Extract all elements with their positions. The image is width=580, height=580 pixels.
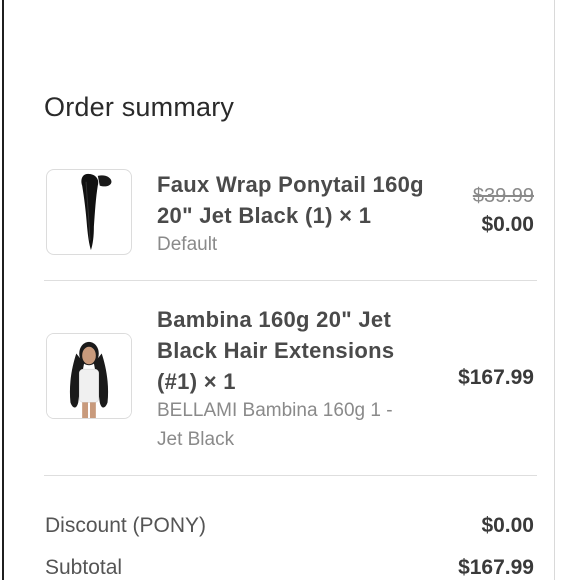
subtotal-label: Subtotal <box>45 556 123 579</box>
order-summary-title: Order summary <box>44 92 235 122</box>
divider <box>44 280 537 281</box>
model-image <box>47 334 131 418</box>
ponytail-image <box>81 173 112 251</box>
item-price: $167.99 <box>458 366 534 389</box>
item-name-line: (#1) × 1 <box>157 369 236 394</box>
discount-label: Discount (PONY) <box>45 514 207 537</box>
item-variant: Default <box>157 234 218 255</box>
item-name-line: 20" Jet Black (1) × 1 <box>157 203 372 228</box>
ponytail-thumbnail <box>46 169 132 255</box>
item-variant: BELLAMI Bambina 160g 1 - <box>157 400 393 421</box>
panel-right-border <box>554 0 555 580</box>
panel-left-border <box>2 0 4 580</box>
item-price: $0.00 <box>481 213 534 236</box>
divider <box>44 475 537 476</box>
model-thumbnail <box>46 333 132 419</box>
item-name-line: Faux Wrap Ponytail 160g <box>157 172 424 197</box>
subtotal-value: $167.99 <box>458 556 534 579</box>
item-name-line: Black Hair Extensions <box>157 338 395 363</box>
item-variant: Jet Black <box>157 429 235 450</box>
item-original-price: $39.99 <box>472 185 534 207</box>
order-summary-panel: Order summary Faux Wrap Ponytail 160g 20… <box>0 0 580 580</box>
item-name-line: Bambina 160g 20" Jet <box>157 307 392 332</box>
discount-value: $0.00 <box>481 514 534 537</box>
